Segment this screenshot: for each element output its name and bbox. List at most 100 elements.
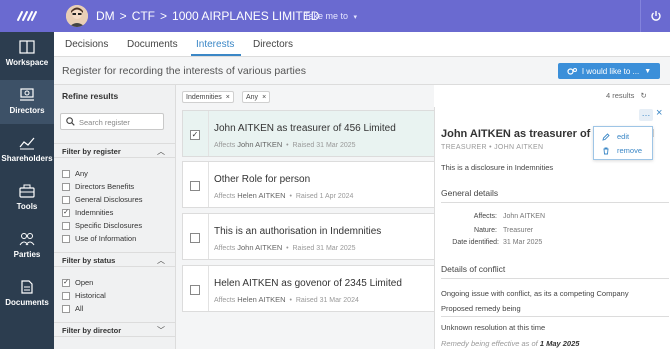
- general-details-heading: General details: [441, 188, 499, 198]
- avatar[interactable]: [66, 5, 88, 27]
- chip-label: Any: [246, 93, 259, 101]
- register-option-specific-disclosures[interactable]: Specific Disclosures: [62, 221, 142, 230]
- results-count-label: 4 results: [606, 91, 635, 100]
- field-key: Affects:: [473, 213, 497, 220]
- register-header: Register for recording the interests of …: [54, 57, 670, 85]
- register-option-any[interactable]: Any: [62, 169, 88, 178]
- list-item[interactable]: Helen AITKEN as govenor of 2345 Limited …: [182, 265, 434, 312]
- status-option-open[interactable]: ✓ Open: [62, 278, 93, 287]
- register-option-directors-benefits[interactable]: Directors Benefits: [62, 182, 134, 191]
- tab-documents[interactable]: Documents: [127, 39, 178, 50]
- breadcrumb-item[interactable]: 1000 AIRPLANES LIMITED: [172, 9, 319, 23]
- filter-register-header[interactable]: Filter by register ︿: [54, 143, 175, 158]
- remedy-effective: Remedy being effective as of 1 May 2025: [441, 339, 579, 348]
- app-logo[interactable]: [0, 0, 54, 32]
- affects-label: Affects: [214, 142, 236, 149]
- record-list: ✓ John AITKEN as treasurer of 456 Limite…: [176, 107, 434, 349]
- checkbox[interactable]: [62, 291, 70, 300]
- option-label: Specific Disclosures: [75, 221, 143, 230]
- record-meta: Affects Helen AITKEN • Raised 31 Mar 202…: [214, 295, 359, 304]
- i-would-like-to-button[interactable]: I would like to ... ▼: [558, 63, 660, 79]
- trash-icon: [603, 147, 609, 154]
- sidebar-item-tools[interactable]: Tools: [0, 176, 54, 220]
- options-menu: edit remove: [593, 126, 653, 160]
- results-count: 4 results ↻: [606, 91, 647, 100]
- detail-description: This is a disclosure in Indemnities: [441, 163, 554, 172]
- filter-status-header[interactable]: Filter by status ︿: [54, 252, 175, 267]
- logout-button[interactable]: [640, 0, 670, 32]
- breadcrumb-item[interactable]: DM: [96, 9, 115, 23]
- option-label: General Disclosures: [75, 195, 143, 204]
- affects-label: Affects: [214, 297, 236, 304]
- option-label: Use of Information: [75, 234, 137, 243]
- sidebar-item-documents[interactable]: Documents: [0, 272, 54, 316]
- breadcrumb-item[interactable]: CTF: [132, 9, 155, 23]
- status-option-historical[interactable]: Historical: [62, 291, 106, 300]
- checkbox-checked[interactable]: ✓: [190, 130, 200, 140]
- directors-icon: [20, 88, 34, 101]
- register-option-general-disclosures[interactable]: General Disclosures: [62, 195, 143, 204]
- record-meta: Affects John AITKEN • Raised 31 Mar 2025: [214, 243, 356, 252]
- menu-item-label: edit: [617, 132, 630, 141]
- close-icon[interactable]: ×: [262, 94, 266, 101]
- filter-chip[interactable]: Indemnities ×: [182, 91, 234, 103]
- register-option-indemnities[interactable]: ✓ Indemnities: [62, 208, 113, 217]
- checkbox[interactable]: [62, 169, 70, 178]
- affects-label: Affects: [214, 245, 236, 252]
- checkbox[interactable]: [62, 304, 70, 313]
- sidebar-item-label: Parties: [13, 250, 41, 259]
- more-options-button[interactable]: …: [639, 109, 653, 121]
- conflict-text: Ongoing issue with conflict, as its a co…: [441, 289, 629, 298]
- parties-icon: [19, 233, 35, 246]
- menu-item-remove[interactable]: remove: [602, 146, 642, 155]
- checkbox[interactable]: [190, 233, 200, 243]
- checkbox[interactable]: [62, 221, 70, 230]
- option-label: Historical: [75, 291, 106, 300]
- menu-item-label: remove: [617, 146, 643, 155]
- checkbox[interactable]: [190, 285, 200, 295]
- close-icon[interactable]: ×: [226, 94, 230, 101]
- filter-chip[interactable]: Any ×: [242, 91, 271, 103]
- status-option-all[interactable]: All: [62, 304, 83, 313]
- close-icon[interactable]: ×: [656, 107, 662, 119]
- search-placeholder: Search register: [79, 118, 130, 127]
- divider: [208, 214, 209, 259]
- breadcrumb-separator: >: [160, 9, 168, 23]
- shareholders-icon: [19, 137, 35, 150]
- active-tab-indicator: [191, 54, 241, 56]
- search-register-input[interactable]: Search register: [60, 113, 164, 130]
- sidebar-item-parties[interactable]: Parties: [0, 224, 54, 268]
- tab-bar: Decisions Documents Interests Directors: [54, 32, 670, 57]
- list-item[interactable]: Other Role for person Affects Helen AITK…: [182, 161, 434, 208]
- gears-icon: [567, 67, 577, 75]
- tab-decisions[interactable]: Decisions: [65, 39, 108, 50]
- option-label: Open: [75, 278, 94, 287]
- checkbox-checked[interactable]: ✓: [62, 208, 70, 217]
- filter-director-header[interactable]: Filter by director ﹀: [54, 322, 175, 337]
- checkbox-checked[interactable]: ✓: [62, 278, 70, 287]
- chevron-up-icon: ︿: [157, 147, 165, 156]
- checkbox[interactable]: [190, 181, 200, 191]
- list-item[interactable]: ✓ John AITKEN as treasurer of 456 Limite…: [182, 110, 434, 157]
- register-option-use-of-information[interactable]: Use of Information: [62, 234, 136, 243]
- chevron-down-icon: ▾: [353, 14, 358, 21]
- tab-directors[interactable]: Directors: [253, 39, 293, 50]
- sidebar-item-workspace[interactable]: Workspace: [0, 32, 54, 76]
- top-bar: DM > CTF >1000 AIRPLANES LIMITED Take me to…: [0, 0, 670, 32]
- sidebar-item-directors[interactable]: Directors: [0, 80, 54, 124]
- tab-interests[interactable]: Interests: [196, 39, 234, 50]
- register-description: Register for recording the interests of …: [62, 65, 306, 77]
- checkbox[interactable]: [62, 195, 70, 204]
- record-title: John AITKEN as treasurer of 456 Limited: [214, 123, 396, 134]
- take-me-to-dropdown[interactable]: Take me to ▾: [304, 11, 357, 21]
- avatar-image-icon: [66, 5, 88, 27]
- refresh-icon[interactable]: ↻: [640, 91, 646, 100]
- menu-item-edit[interactable]: edit: [602, 132, 629, 141]
- sidebar-item-shareholders[interactable]: Shareholders: [0, 128, 54, 172]
- remedy-date: 1 May 2025: [539, 339, 580, 348]
- list-item[interactable]: This is an authorisation in Indemnities …: [182, 213, 434, 260]
- checkbox[interactable]: [62, 234, 70, 243]
- breadcrumb-separator: >: [119, 9, 127, 23]
- checkbox[interactable]: [62, 182, 70, 191]
- resolution-text: Unknown resolution at this time: [441, 323, 546, 332]
